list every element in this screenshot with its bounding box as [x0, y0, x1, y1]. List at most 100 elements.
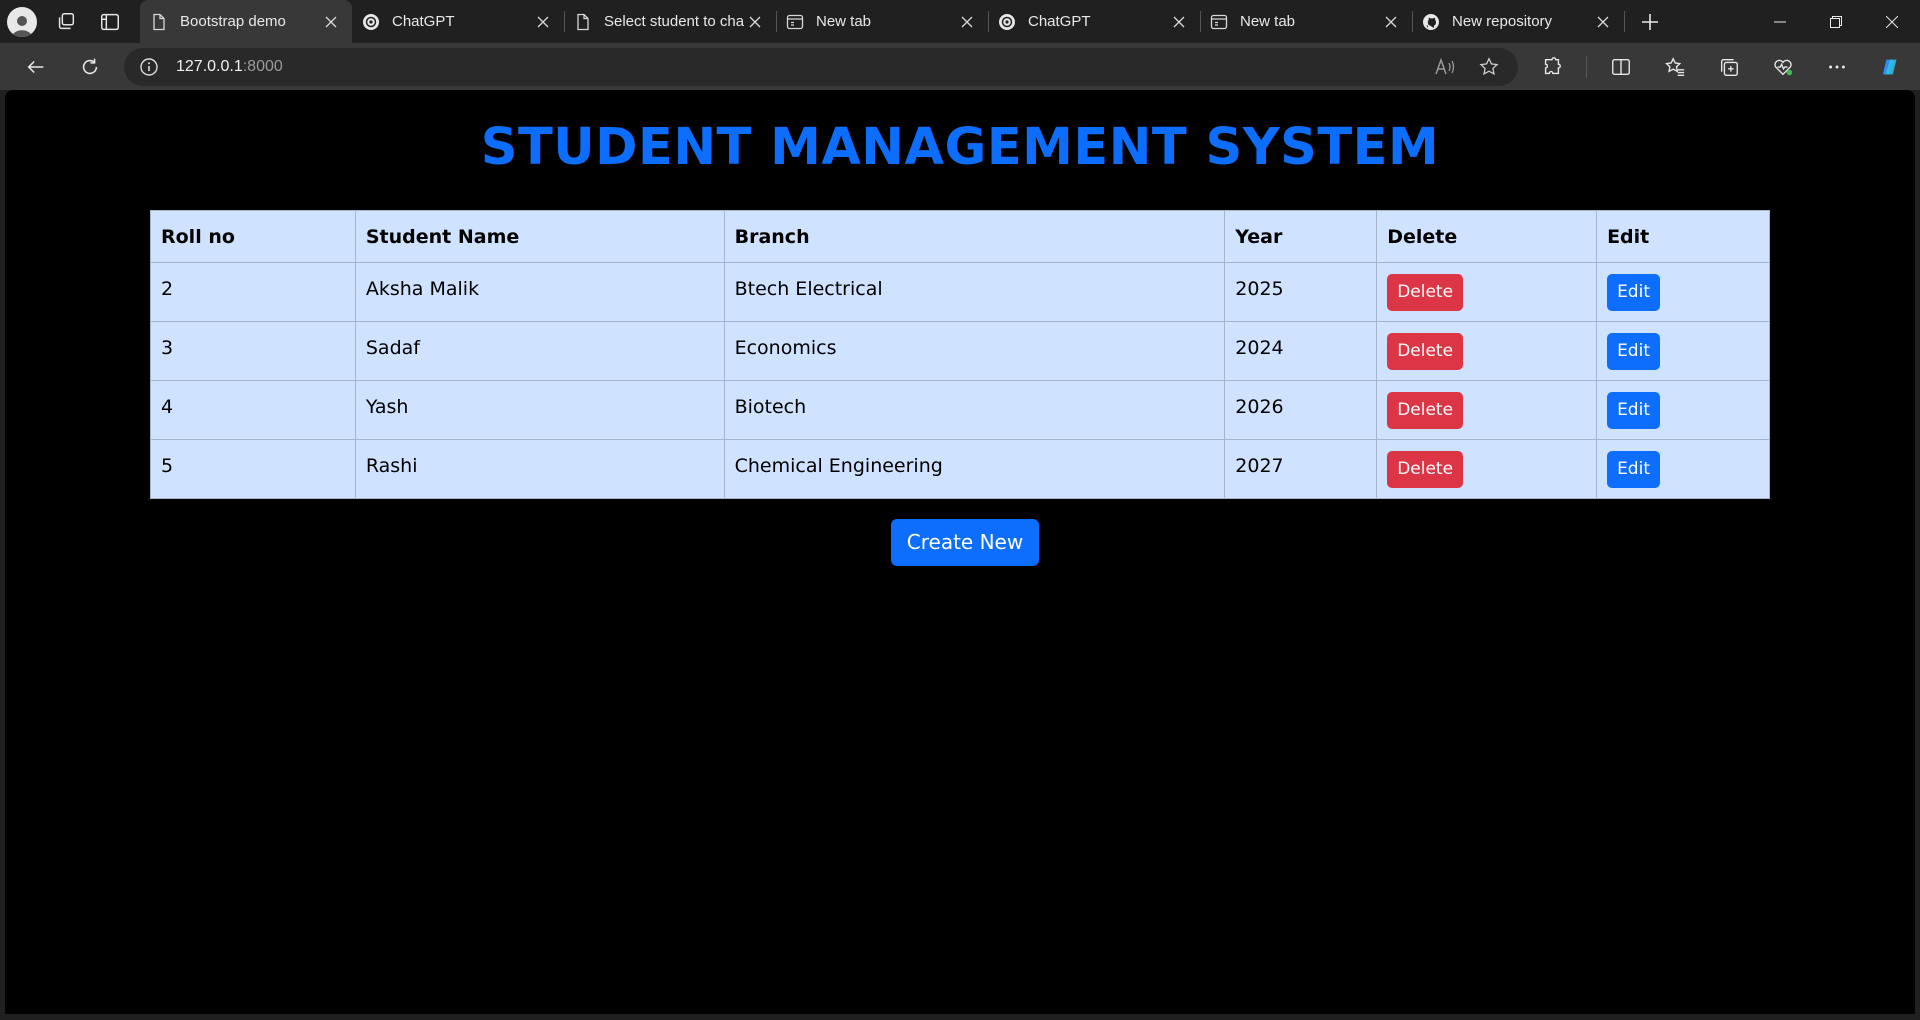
year-value: 2025	[1235, 278, 1284, 300]
cell-delete: Delete	[1376, 439, 1598, 499]
cell-branch: Chemical Engineering	[723, 439, 1226, 499]
browser-tab[interactable]: New tab	[776, 0, 989, 43]
tab-list: Bootstrap demo ChatGPT Select student to c…	[140, 0, 1625, 43]
tab-close-icon[interactable]	[744, 11, 766, 33]
cell-year: 2026	[1224, 380, 1378, 440]
more-dots-icon	[1829, 65, 1845, 68]
restore-icon	[1830, 15, 1842, 28]
roll-value: 4	[161, 396, 174, 418]
url-text[interactable]: 127.0.0.1:8000	[176, 58, 283, 76]
cell-roll: 2	[150, 262, 356, 322]
favorites-button[interactable]	[1655, 47, 1695, 87]
cell-delete: Delete	[1376, 380, 1598, 440]
cell-name: Rashi	[354, 439, 725, 499]
cell-roll: 5	[150, 439, 356, 499]
year-value: 2027	[1235, 455, 1284, 477]
extensions-button[interactable]	[1532, 47, 1572, 87]
page-icon	[574, 13, 592, 31]
tab-title: Select student to cha	[604, 13, 744, 30]
table-row: 4 Yash Biotech 2026 Delete Edit	[150, 380, 1770, 440]
read-aloud-icon[interactable]	[1428, 52, 1462, 82]
tab-close-icon[interactable]	[1592, 11, 1614, 33]
edit-button[interactable]: Edit	[1607, 391, 1660, 429]
puzzle-icon	[1544, 56, 1561, 74]
workspaces-icon[interactable]	[44, 0, 88, 43]
github-icon	[1422, 13, 1440, 31]
minimize-button[interactable]	[1752, 0, 1808, 43]
edit-button[interactable]: Edit	[1607, 450, 1660, 488]
col-header-edit: Edit	[1596, 210, 1770, 263]
copilot-button[interactable]	[1871, 47, 1911, 87]
tab-title: Bootstrap demo	[180, 13, 286, 30]
table-row: 2 Aksha Malik Btech Electrical 2025 Delete Ed…	[150, 262, 1770, 322]
favorite-star-icon[interactable]	[1472, 52, 1506, 82]
chatgpt-icon	[362, 13, 380, 31]
browser-tab[interactable]: ChatGPT	[988, 0, 1201, 43]
browser-essentials-button[interactable]	[1763, 47, 1803, 87]
roll-value: 3	[161, 337, 174, 359]
cell-roll: 3	[150, 321, 356, 381]
browser-tab[interactable]: Bootstrap demo	[140, 0, 352, 43]
delete-button[interactable]: Delete	[1387, 332, 1464, 370]
roll-value: 5	[161, 455, 174, 477]
chatgpt-icon	[998, 13, 1016, 31]
new-tab-button[interactable]	[1628, 0, 1672, 43]
col-header-branch: Branch	[723, 210, 1226, 263]
user-icon	[12, 15, 32, 37]
tab-close-icon[interactable]	[532, 11, 554, 33]
cell-delete: Delete	[1376, 321, 1598, 381]
newtab-icon	[1210, 13, 1228, 31]
browser-tab[interactable]: Select student to cha	[564, 0, 777, 43]
more-options-button[interactable]	[1817, 47, 1857, 87]
split-screen-icon	[1612, 58, 1630, 75]
browser-tab[interactable]: New tab	[1200, 0, 1413, 43]
back-arrow-icon	[27, 60, 44, 73]
tab-close-icon[interactable]	[956, 11, 978, 33]
newtab-icon	[786, 13, 804, 31]
branch-value: Economics	[734, 337, 837, 359]
tab-close-icon[interactable]	[320, 11, 342, 33]
restore-button[interactable]	[1808, 0, 1864, 43]
back-button[interactable]	[16, 47, 56, 87]
url-host: 127.0.0.1	[176, 57, 243, 75]
name-value: Sadaf	[365, 337, 420, 359]
close-icon	[1886, 15, 1898, 28]
split-screen-button[interactable]	[1601, 47, 1641, 87]
delete-button[interactable]: Delete	[1387, 391, 1464, 429]
name-value: Rashi	[365, 455, 418, 477]
favorites-icon	[1665, 56, 1685, 76]
edit-button[interactable]: Edit	[1607, 273, 1660, 311]
create-new-button[interactable]: Create New	[890, 519, 1040, 566]
cell-name: Sadaf	[354, 321, 725, 381]
site-info-icon[interactable]	[136, 54, 162, 80]
page-viewport: STUDENT MANAGEMENT SYSTEM Roll no Studen…	[5, 90, 1915, 1014]
cell-roll: 4	[150, 380, 356, 440]
close-window-button[interactable]	[1864, 0, 1920, 43]
tab-close-icon[interactable]	[1380, 11, 1402, 33]
cell-branch: Biotech	[723, 380, 1226, 440]
profile-avatar[interactable]	[7, 6, 37, 37]
delete-button[interactable]: Delete	[1387, 450, 1464, 488]
collections-button[interactable]	[1709, 47, 1749, 87]
branch-value: Biotech	[734, 396, 807, 418]
page-title: STUDENT MANAGEMENT SYSTEM	[480, 118, 1440, 177]
heart-pulse-icon	[1774, 59, 1793, 75]
cell-delete: Delete	[1376, 262, 1598, 322]
table-row: 5 Rashi Chemical Engineering 2027 Delete Edit	[150, 439, 1770, 499]
browser-tab[interactable]: New repository	[1412, 0, 1625, 43]
table-row: 3 Sadaf Economics 2024 Delete Edit	[150, 321, 1770, 381]
tab-actions-icon[interactable]	[88, 0, 132, 43]
browser-tab[interactable]: ChatGPT	[352, 0, 565, 43]
branch-value: Btech Electrical	[734, 278, 883, 300]
plus-icon	[1642, 13, 1658, 30]
toolbar-divider	[1586, 55, 1587, 78]
tab-close-icon[interactable]	[1168, 11, 1190, 33]
col-header-delete: Delete	[1376, 210, 1598, 263]
tab-title: New repository	[1452, 13, 1553, 30]
address-bar[interactable]: 127.0.0.1:8000	[124, 47, 1518, 86]
delete-button[interactable]: Delete	[1387, 273, 1464, 311]
refresh-button[interactable]	[70, 47, 110, 87]
edit-button[interactable]: Edit	[1607, 332, 1660, 370]
cell-year: 2025	[1224, 262, 1378, 322]
col-header-year: Year	[1224, 210, 1378, 263]
